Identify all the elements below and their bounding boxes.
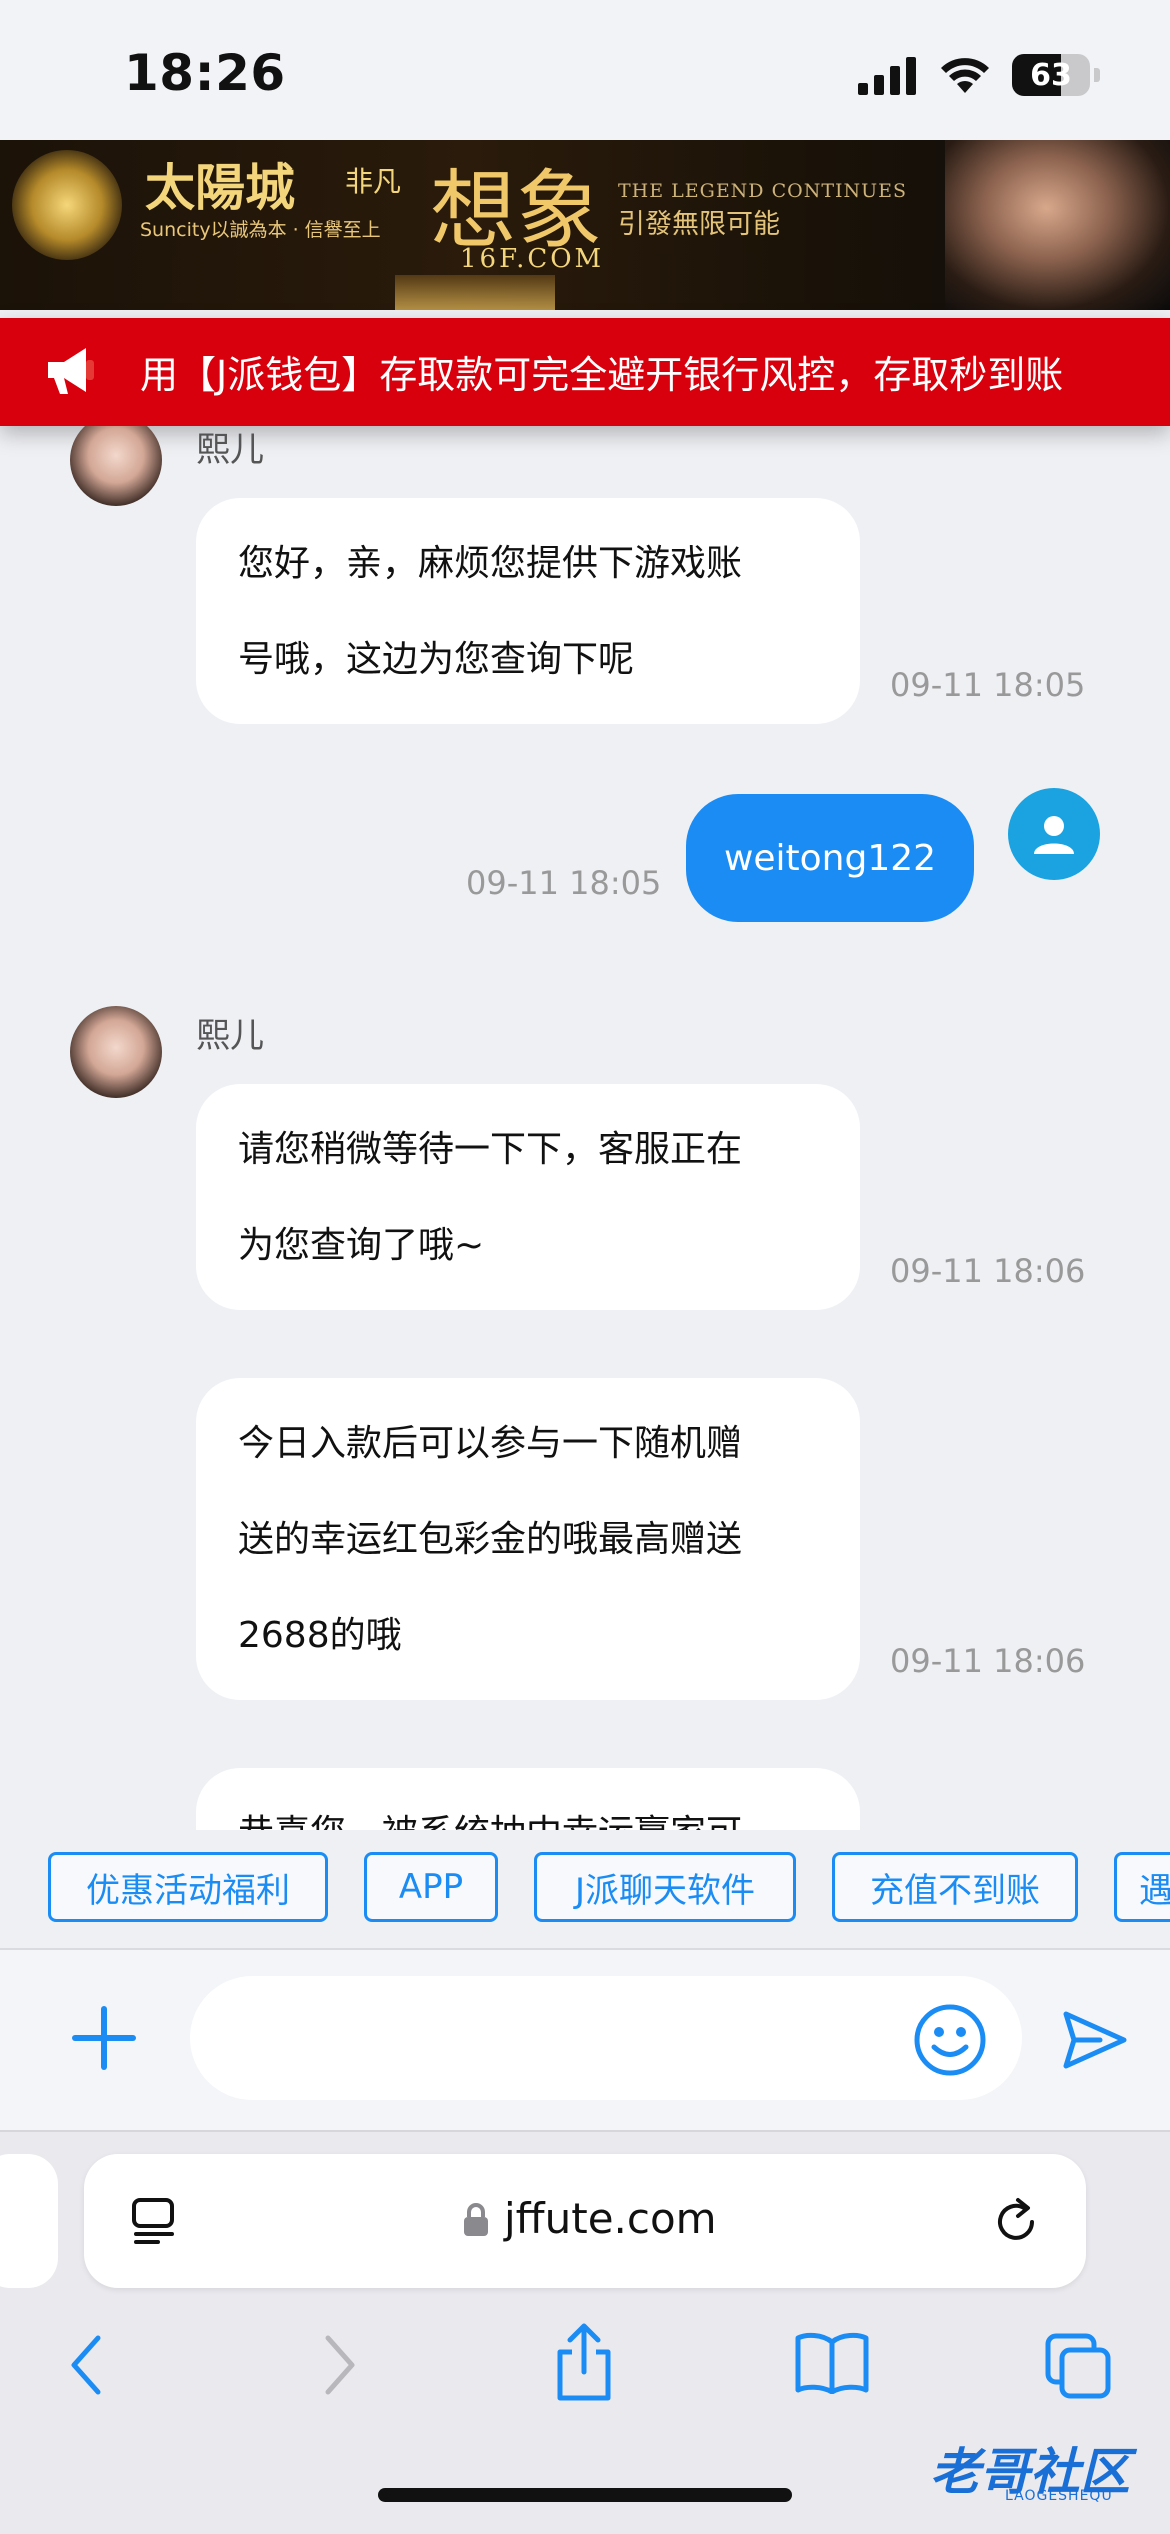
message-input-bar bbox=[0, 1948, 1170, 2130]
message-line: 2688的哦 bbox=[238, 1615, 402, 1656]
battery-percent: 63 bbox=[1030, 57, 1072, 93]
message-line: 您好，亲，麻烦您提供下游戏账 bbox=[238, 543, 743, 584]
banner-ad[interactable]: 太陽城 非凡 想象 Suncity以誠為本 · 信譽至上 THE LEGEND … bbox=[0, 140, 1170, 310]
quick-reply-button[interactable]: 遇 bbox=[1114, 1852, 1170, 1922]
megaphone-icon bbox=[48, 348, 94, 394]
message-line: 号哦，这边为您查询下呢 bbox=[238, 639, 635, 680]
quick-reply-button[interactable]: J派聊天软件 bbox=[534, 1852, 796, 1922]
sender-name: 熙儿 bbox=[196, 1016, 264, 1056]
banner-tagline: Suncity以誠為本 · 信譽至上 bbox=[140, 219, 381, 241]
casino-emblem-icon bbox=[12, 150, 122, 260]
message-timestamp: 09-11 18:06 bbox=[890, 1642, 1086, 1680]
sender-name: 熙儿 bbox=[196, 430, 264, 470]
quick-reply-button[interactable]: 优惠活动福利 bbox=[48, 1852, 328, 1922]
notice-marquee[interactable]: 用【J派钱包】存取款可完全避开银行风控，存取秒到账 bbox=[0, 318, 1170, 426]
tabs-icon[interactable] bbox=[1044, 2332, 1112, 2400]
banner-brand: 太陽城 bbox=[145, 158, 295, 217]
message-bubble[interactable]: 今日入款后可以参与一下随机赠 送的幸运红包彩金的哦最高赠送 2688的哦 bbox=[196, 1378, 860, 1700]
lock-icon bbox=[464, 2203, 488, 2236]
bookmarks-icon[interactable] bbox=[794, 2332, 870, 2394]
share-icon[interactable] bbox=[552, 2322, 616, 2402]
message-text: weitong122 bbox=[723, 837, 937, 879]
user-icon bbox=[1034, 816, 1074, 854]
battery-cap bbox=[1094, 68, 1100, 82]
message-bubble[interactable]: 请您稍微等待一下下，客服正在 为您查询了哦~ bbox=[196, 1084, 860, 1310]
message-line: 今日入款后可以参与一下随机赠 bbox=[238, 1423, 743, 1464]
status-time: 18:26 bbox=[124, 44, 286, 102]
watermark-sub: LAOGESHEQU bbox=[1005, 2488, 1113, 2504]
plus-icon[interactable] bbox=[68, 2002, 140, 2074]
message-line: 送的幸运红包彩金的哦最高赠送 bbox=[238, 1519, 743, 1560]
agent-avatar[interactable] bbox=[70, 426, 162, 506]
status-bar: 18:26 63 bbox=[0, 0, 1170, 140]
page-menu-icon[interactable] bbox=[130, 2196, 180, 2246]
battery-icon: 63 bbox=[1012, 54, 1090, 96]
message-input[interactable] bbox=[190, 1976, 1022, 2100]
agent-avatar[interactable] bbox=[70, 1006, 162, 1098]
message-bubble[interactable]: 恭喜您，被系统抽中幸运赢家可 bbox=[196, 1768, 860, 1830]
forward-icon[interactable] bbox=[320, 2332, 360, 2398]
quick-reply-button[interactable]: 充值不到账 bbox=[832, 1852, 1078, 1922]
quick-reply-bar[interactable]: 优惠活动福利 APP J派聊天软件 充值不到账 遇 bbox=[0, 1830, 1170, 1948]
reload-icon[interactable] bbox=[988, 2194, 1044, 2250]
message-timestamp: 09-11 18:05 bbox=[890, 666, 1086, 704]
cellular-signal-icon bbox=[858, 57, 916, 95]
url-text: jffute.com bbox=[504, 2194, 717, 2243]
banner-legend: THE LEGEND CONTINUES bbox=[618, 180, 908, 202]
send-icon[interactable] bbox=[1060, 2008, 1130, 2072]
notice-text: 用【J派钱包】存取款可完全避开银行风控，存取秒到账 bbox=[140, 353, 1064, 397]
message-line: 恭喜您，被系统抽中幸运赢家可 bbox=[238, 1786, 820, 1830]
back-icon[interactable] bbox=[66, 2332, 106, 2398]
quick-reply-button[interactable]: APP bbox=[364, 1852, 498, 1922]
message-timestamp: 09-11 18:05 bbox=[466, 864, 662, 902]
spokesperson-image bbox=[945, 140, 1170, 310]
banner-domain: 16F.COM bbox=[460, 244, 605, 274]
user-avatar[interactable] bbox=[1008, 788, 1100, 880]
banner-fei: 非凡 bbox=[345, 165, 402, 198]
message-bubble[interactable]: 您好，亲，麻烦您提供下游戏账 号哦，这边为您查询下呢 bbox=[196, 498, 860, 724]
chat-area[interactable]: 熙儿 您好，亲，麻烦您提供下游戏账 号哦，这边为您查询下呢 09-11 18:0… bbox=[0, 426, 1170, 1830]
status-icons: 63 bbox=[858, 50, 1100, 100]
skyline-image bbox=[395, 275, 555, 310]
wifi-icon bbox=[941, 58, 989, 93]
address-bar[interactable]: jffute.com bbox=[84, 2154, 1086, 2288]
message-bubble-self[interactable]: weitong122 bbox=[686, 794, 974, 922]
home-indicator[interactable] bbox=[378, 2488, 792, 2502]
previous-tab[interactable] bbox=[0, 2154, 58, 2288]
message-timestamp: 09-11 18:06 bbox=[890, 1252, 1086, 1290]
message-line: 请您稍微等待一下下，客服正在 bbox=[238, 1129, 743, 1170]
message-line: 为您查询了哦~ bbox=[238, 1225, 485, 1266]
banner-slogan: 引發無限可能 bbox=[618, 209, 780, 240]
emoji-icon[interactable] bbox=[912, 2002, 988, 2078]
